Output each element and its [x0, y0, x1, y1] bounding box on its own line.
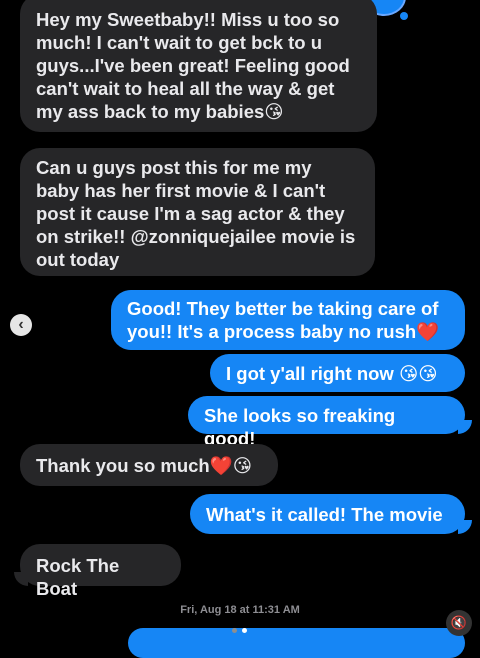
- speaker-muted-icon[interactable]: 🔇: [446, 610, 472, 636]
- message-bubble-incoming[interactable]: Hey my Sweetbaby!! Miss u too so much! I…: [20, 0, 377, 132]
- message-bubble-outgoing-partial[interactable]: [128, 628, 465, 658]
- message-bubble-outgoing[interactable]: I got y'all right now 😘😘: [210, 354, 465, 392]
- message-bubble-outgoing[interactable]: What's it called! The movie: [190, 494, 465, 534]
- message-bubble-incoming[interactable]: Thank you so much❤️😘: [20, 444, 278, 486]
- message-text: I got y'all right now: [226, 363, 394, 384]
- message-text: She looks so freaking good!: [204, 405, 396, 449]
- message-bubble-incoming[interactable]: Can u guys post this for me my baby has …: [20, 148, 375, 276]
- heart-kiss-emoji: ❤️😘: [209, 455, 253, 476]
- heart-emoji: ❤️: [416, 321, 440, 342]
- message-bubble-outgoing[interactable]: Good! They better be taking care of you!…: [111, 290, 465, 350]
- partial-bubble-dot: [400, 12, 408, 20]
- message-text: What's it called! The movie: [206, 504, 443, 525]
- message-text: Hey my Sweetbaby!! Miss u too so much! I…: [36, 9, 350, 122]
- carousel-pager: [232, 628, 247, 633]
- pager-dot[interactable]: [232, 628, 237, 633]
- bubble-tail: [458, 520, 472, 534]
- message-bubble-outgoing[interactable]: She looks so freaking good!: [188, 396, 465, 449]
- message-text: Thank you so much: [36, 455, 210, 476]
- message-text: Can u guys post this for me my baby has …: [36, 157, 356, 270]
- bubble-tail: [14, 572, 28, 586]
- message-timestamp: Fri, Aug 18 at 11:31 AM: [180, 604, 300, 616]
- message-text: Good! They better be taking care of you!…: [127, 298, 439, 342]
- message-bubble-incoming[interactable]: Rock The Boat: [20, 544, 181, 599]
- chevron-left-icon[interactable]: ‹: [10, 314, 32, 336]
- kiss-emoji: 😘😘: [398, 363, 438, 384]
- bubble-tail: [458, 420, 472, 434]
- pager-dot-active[interactable]: [242, 628, 247, 633]
- kiss-emoji: 😘: [264, 101, 284, 122]
- message-text: Rock The Boat: [36, 555, 120, 599]
